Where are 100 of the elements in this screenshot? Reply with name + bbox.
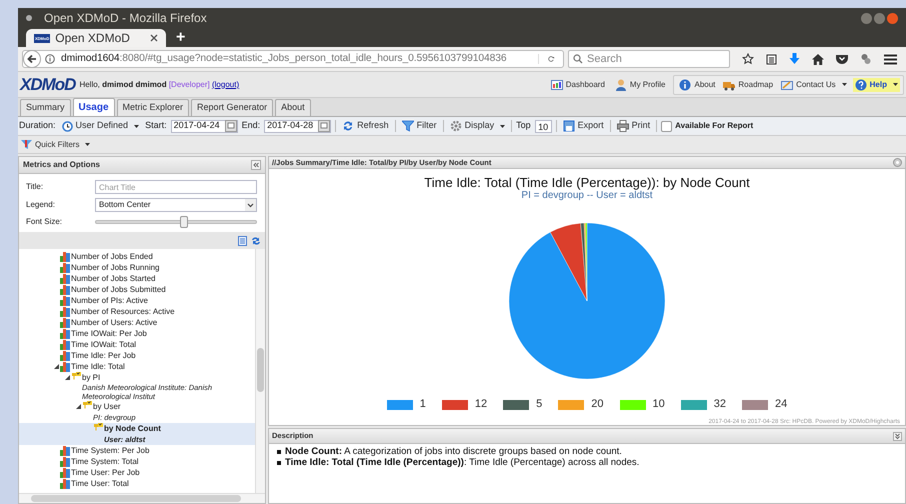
reload-icon[interactable]: [538, 54, 555, 64]
tab[interactable]: Summary: [20, 99, 71, 116]
top-count-field[interactable]: 10: [534, 120, 552, 132]
calendar-icon[interactable]: [224, 120, 237, 132]
bar-chart-icon: [60, 467, 70, 478]
header-link[interactable]: My Profile: [612, 78, 668, 92]
tab[interactable]: Report Generator: [191, 99, 274, 116]
tree-item[interactable]: Time User: Total: [71, 478, 129, 490]
tree-item[interactable]: Time System: Total: [71, 456, 139, 468]
star-icon[interactable]: [742, 53, 754, 65]
tree-item[interactable]: by PI: [82, 372, 100, 384]
refresh-icon[interactable]: [251, 236, 261, 246]
calendar-icon[interactable]: [318, 120, 330, 132]
legend-dropdown[interactable]: Bottom Center: [95, 198, 257, 212]
quick-filters-button[interactable]: Quick Filters: [18, 138, 94, 150]
minimize-icon[interactable]: [861, 12, 872, 24]
bar-chart-icon: [60, 295, 70, 306]
tree-item[interactable]: Number of Users: Active: [71, 316, 158, 328]
tree-item[interactable]: Time User: Per Job: [71, 466, 140, 478]
print-button[interactable]: Print: [614, 119, 652, 133]
start-date-field[interactable]: 2017-04-24: [170, 120, 238, 132]
tree-item[interactable]: Number of Jobs Ended: [71, 250, 153, 262]
header-link[interactable]: About: [677, 78, 718, 92]
legend-item[interactable]: 20: [558, 396, 604, 413]
search-field[interactable]: Search: [568, 50, 730, 68]
slider-thumb[interactable]: [180, 216, 188, 228]
header-link[interactable]: Contact Us: [779, 78, 849, 92]
caret-icon: [134, 124, 140, 128]
logout-link[interactable]: (logout): [212, 80, 240, 88]
chart-icon: [550, 78, 563, 90]
extension-icon[interactable]: [860, 53, 872, 65]
legend-item[interactable]: 12: [442, 396, 488, 413]
legend-item[interactable]: 24: [742, 396, 788, 413]
legend-item[interactable]: 5: [503, 396, 542, 413]
tree-item[interactable]: Time Idle: Total: [71, 360, 125, 372]
tree-item[interactable]: Time IOWait: Per Job: [71, 328, 147, 340]
pocket-icon[interactable]: [836, 54, 848, 64]
tab-title: Open XDMoD: [55, 30, 130, 47]
legend-label: 1: [420, 397, 426, 412]
legend-item[interactable]: 1: [386, 396, 426, 413]
tree-item[interactable]: Time Idle: Per Job: [71, 350, 136, 362]
expand-icon[interactable]: [893, 432, 902, 440]
export-button[interactable]: Export: [560, 119, 606, 133]
expanded-arrow-icon[interactable]: [76, 404, 81, 410]
bar-chart-icon: [60, 262, 70, 273]
back-icon[interactable]: [23, 50, 41, 68]
legend-item[interactable]: 10: [620, 396, 665, 413]
tree-item[interactable]: Time System: Per Job: [71, 444, 150, 456]
close-icon[interactable]: [887, 12, 898, 24]
clipboard-icon[interactable]: [766, 53, 777, 65]
tree-item[interactable]: Number of Jobs Running: [71, 262, 160, 274]
filter-button[interactable]: Filter: [400, 119, 439, 133]
help-icon: [854, 78, 867, 90]
tree-item[interactable]: by User: [93, 400, 121, 412]
collapse-icon[interactable]: [251, 160, 261, 170]
caret-icon: [500, 124, 506, 128]
list-icon[interactable]: [238, 236, 247, 246]
header-link[interactable]: Roadmap: [721, 78, 776, 92]
tree-item[interactable]: Time IOWait: Total: [71, 338, 136, 350]
font-size-label: Font Size:: [26, 216, 64, 228]
tab[interactable]: Usage: [72, 98, 115, 116]
chart-title-field[interactable]: Chart Title: [95, 180, 257, 194]
header-link[interactable]: Help: [852, 78, 900, 92]
report-checkbox[interactable]: [661, 120, 672, 132]
home-icon[interactable]: [812, 54, 824, 64]
header-link[interactable]: Dashboard: [548, 78, 607, 92]
horizontal-scrollbar[interactable]: [19, 493, 265, 503]
new-tab-button[interactable]: +: [176, 29, 186, 47]
tree-item[interactable]: by Node Count: [104, 422, 161, 434]
legend-label: 20: [591, 397, 604, 412]
duration-dropdown[interactable]: User Defined: [62, 119, 140, 133]
menu-icon[interactable]: [884, 54, 897, 64]
display-button[interactable]: Display: [448, 119, 508, 133]
legend-label: 32: [714, 397, 726, 412]
tree-item[interactable]: Number of PIs: Active: [71, 294, 148, 306]
address-field[interactable]: dmimod1604:8080/#tg_usage?node=statistic_Jobs_person_total_idle_hours_0.5956103799104836: [22, 50, 564, 68]
info-icon[interactable]: [45, 54, 55, 64]
bar-chart-icon: [60, 445, 70, 456]
expanded-arrow-icon[interactable]: [65, 374, 70, 380]
close-icon[interactable]: [150, 34, 158, 42]
tab[interactable]: About: [275, 99, 311, 116]
printer-icon: [616, 120, 629, 132]
end-date-field[interactable]: 2017-04-28: [264, 120, 332, 132]
maximize-icon[interactable]: [874, 12, 885, 24]
legend-label: 12: [474, 397, 488, 412]
vertical-scrollbar[interactable]: [255, 249, 265, 493]
tree-item[interactable]: Number of Jobs Started: [71, 272, 156, 284]
tab[interactable]: Metric Explorer: [116, 99, 190, 116]
title-label: Title:: [26, 181, 44, 193]
download-icon[interactable]: [789, 53, 800, 65]
refresh-button[interactable]: Refresh: [340, 119, 391, 133]
tree-item[interactable]: Number of Jobs Submitted: [71, 284, 166, 296]
refresh-icon: [342, 120, 354, 132]
window-menu-icon[interactable]: [26, 15, 32, 21]
window-title: Open XDMoD - Mozilla Firefox: [44, 10, 207, 27]
legend-item[interactable]: 32: [680, 396, 726, 413]
caret-icon: [842, 83, 847, 86]
expanded-arrow-icon[interactable]: [54, 364, 59, 370]
tree-item[interactable]: Number of Resources: Active: [71, 306, 175, 318]
gear-icon[interactable]: [893, 158, 902, 168]
